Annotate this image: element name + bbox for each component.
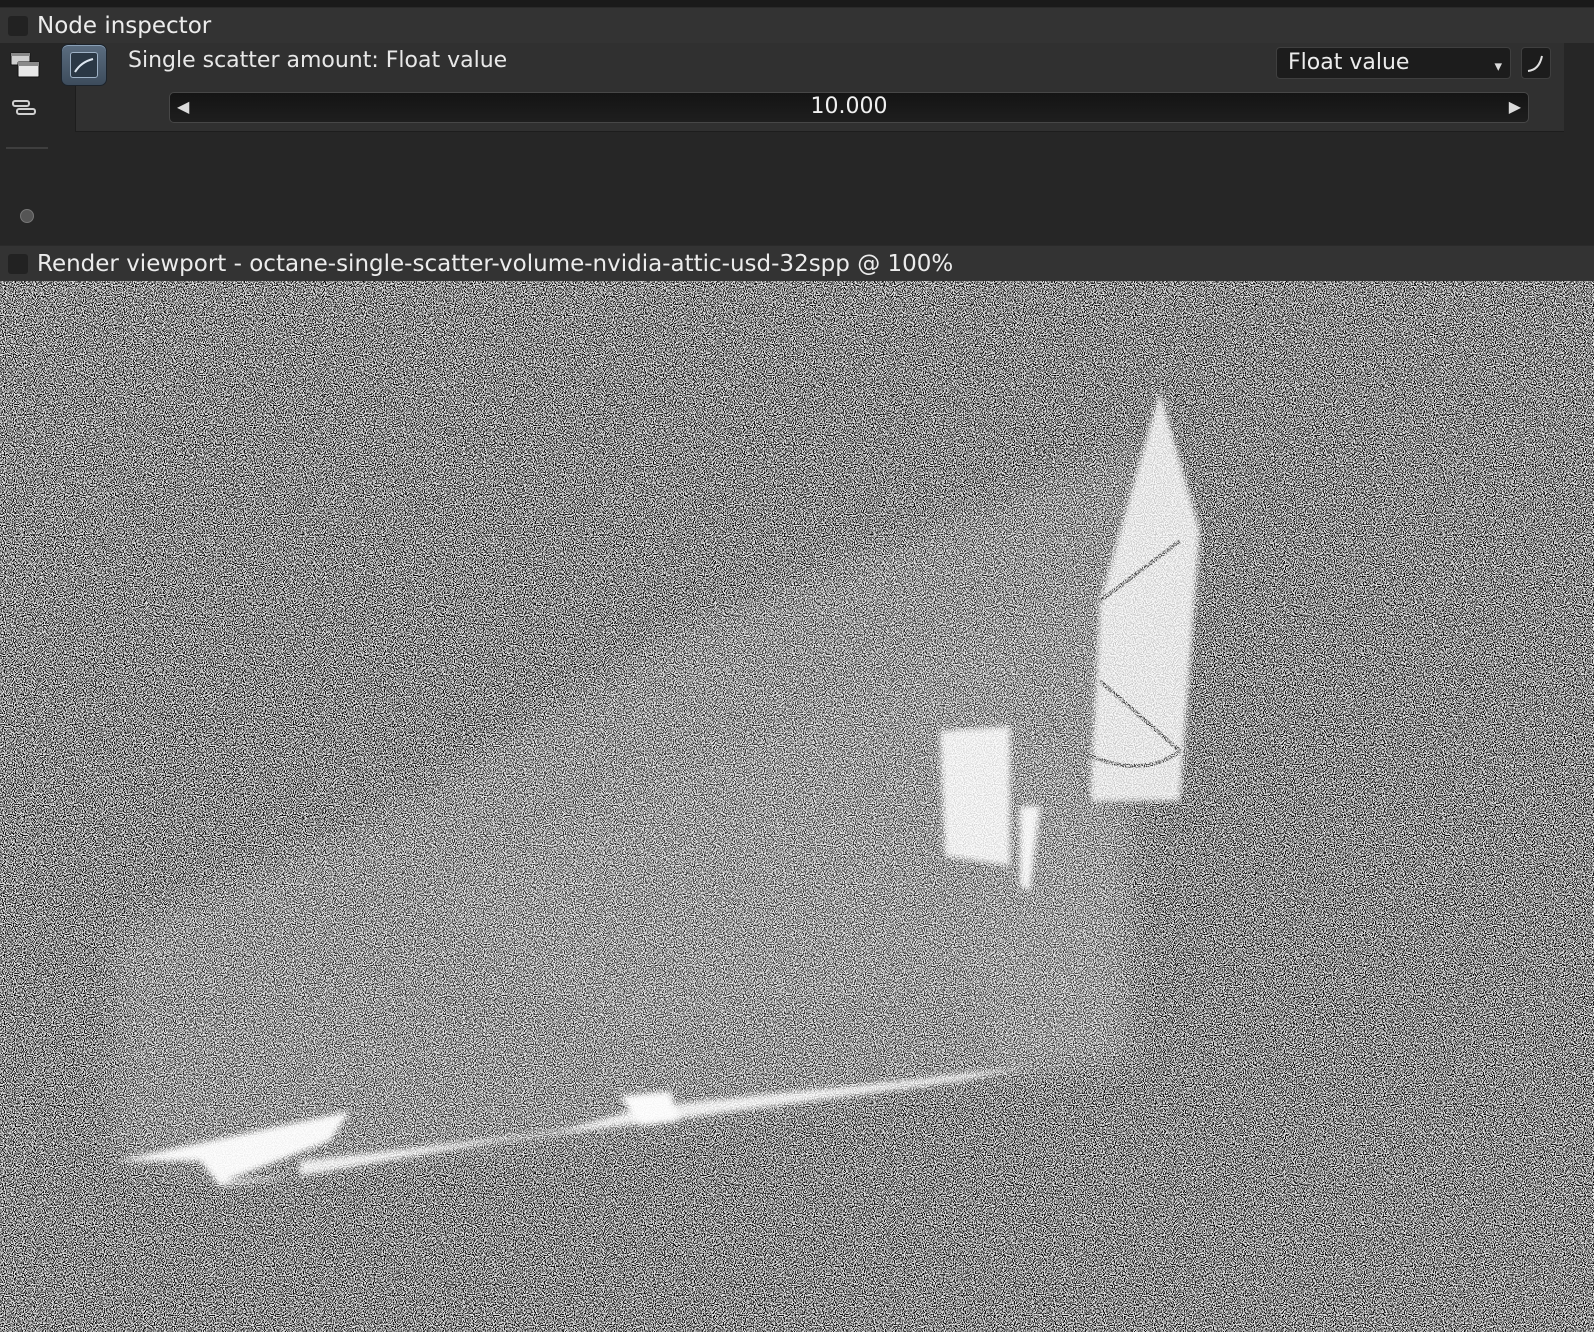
node-inspector-panel: Single scatter amount: Float value Float… bbox=[0, 43, 1594, 248]
parameter-label: Single scatter amount: Float value bbox=[128, 48, 508, 73]
render-viewport-canvas[interactable] bbox=[0, 281, 1594, 1332]
chevron-down-icon: ▾ bbox=[1494, 57, 1502, 75]
panel-grip-handle[interactable] bbox=[8, 253, 28, 274]
panel-grip-handle[interactable] bbox=[8, 15, 28, 36]
render-viewport-title: Render viewport - octane-single-scatter-… bbox=[37, 250, 954, 277]
dropdown-selected-value: Float value bbox=[1288, 50, 1410, 75]
value-slider[interactable]: ◀ 10.000 ▶ bbox=[169, 92, 1529, 123]
value-type-dropdown[interactable]: Float value ▾ bbox=[1276, 47, 1511, 79]
curve-icon bbox=[1527, 55, 1543, 72]
inspector-side-toolbar bbox=[0, 43, 52, 248]
toolbar-divider bbox=[6, 147, 48, 149]
add-node-dot-icon[interactable] bbox=[20, 209, 34, 223]
float-value-node-icon[interactable] bbox=[61, 44, 107, 86]
slider-value[interactable]: 10.000 bbox=[170, 94, 1528, 119]
increment-arrow-icon[interactable]: ▶ bbox=[1509, 97, 1521, 116]
curve-toggle-button[interactable] bbox=[1521, 47, 1551, 79]
stacked-windows-icon[interactable] bbox=[9, 51, 41, 79]
node-inspector-header: Node inspector bbox=[0, 7, 1594, 44]
render-viewport-header: Render viewport - octane-single-scatter-… bbox=[0, 245, 1594, 282]
rendered-image bbox=[0, 281, 1594, 1332]
parameter-row: Single scatter amount: Float value Float… bbox=[61, 43, 1564, 132]
node-inspector-title: Node inspector bbox=[37, 12, 212, 39]
collapse-list-icon[interactable] bbox=[9, 98, 41, 126]
window-top-edge bbox=[0, 0, 1594, 7]
